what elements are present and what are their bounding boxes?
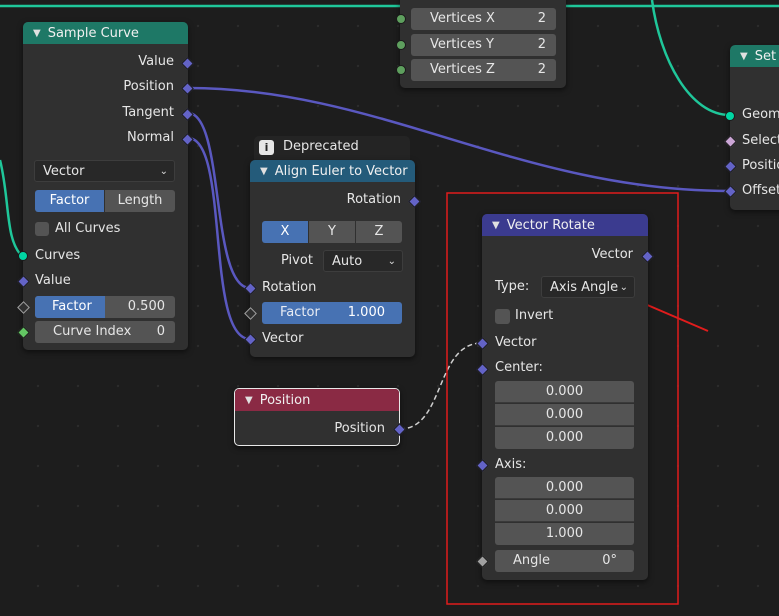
vertices-z-value: 2 (537, 62, 546, 77)
vertices-x-value: 2 (537, 11, 546, 26)
input-curves-socket[interactable] (18, 251, 28, 261)
chevron-down-icon[interactable]: ▼ (33, 28, 41, 39)
pivot-label: Pivot (281, 253, 313, 268)
invert-label: Invert (515, 308, 554, 323)
input-vector-label: Vector (262, 331, 304, 346)
vertices-y-field[interactable]: Vertices Y 2 (411, 34, 556, 56)
output-value-label: Value (138, 54, 174, 69)
vertices-x-socket[interactable] (396, 14, 406, 24)
align-euler-title: Align Euler to Vector (274, 163, 408, 179)
input-position-label: Positio (742, 158, 779, 173)
center-z-field[interactable]: 0.000 (495, 427, 634, 449)
vector-rotate-title: Vector Rotate (506, 217, 595, 233)
factor-label: Factor (280, 305, 320, 320)
axis-y-button[interactable]: Y (309, 221, 355, 243)
input-offset-label: Offset (742, 183, 779, 198)
type-label: Type: (495, 279, 530, 294)
sample-curve-header[interactable]: ▼ Sample Curve (23, 22, 188, 44)
vertices-z-label: Vertices Z (430, 62, 495, 77)
align-euler-node[interactable]: ▼ Align Euler to Vector Rotation X Y Z P… (244, 160, 421, 357)
position-title: Position (259, 392, 311, 408)
sample-curve-node[interactable]: ▼ Sample Curve Value Position Tangent No… (17, 22, 194, 350)
output-normal-label: Normal (126, 130, 174, 145)
factor-label: Factor (52, 299, 92, 314)
input-geometry-socket[interactable] (725, 111, 735, 121)
vertices-y-label: Vertices Y (430, 37, 494, 52)
set-position-header[interactable]: ▼ Set (730, 45, 779, 67)
chevron-down-icon: ⌄ (387, 256, 396, 267)
curve-index-value: 0 (156, 324, 165, 339)
input-value-label: Value (35, 273, 71, 288)
input-selection-label: Select (742, 133, 779, 148)
input-curves-label: Curves (35, 248, 81, 263)
position-header[interactable]: ▼ Position (235, 389, 399, 411)
center-y-field[interactable]: 0.000 (495, 404, 634, 426)
deprecated-label: Deprecated (283, 139, 359, 154)
output-rotation-label: Rotation (346, 192, 401, 207)
set-position-node[interactable]: ▼ Set Geom Select Positio Offset (730, 45, 779, 210)
axis-x-button[interactable]: X (262, 221, 308, 243)
input-geometry-label: Geom (742, 107, 779, 122)
output-vector-label: Vector (591, 247, 633, 262)
center-x-field[interactable]: 0.000 (495, 381, 634, 403)
node-editor[interactable]: Vertices X 2 Vertices Y 2 Vertices Z 2 ▼… (0, 0, 779, 616)
chevron-down-icon: ⌄ (159, 166, 168, 177)
axis-y-field[interactable]: 0.000 (495, 500, 634, 522)
output-position-label: Position (123, 79, 174, 94)
pivot-dropdown[interactable]: Auto ⌄ (323, 250, 403, 272)
axis-label: Axis: (495, 457, 527, 472)
set-position-title: Set (754, 48, 777, 64)
output-position-label: Position (334, 421, 385, 436)
vertices-y-value: 2 (537, 37, 546, 52)
type-value: Axis Angle (550, 280, 619, 295)
angle-field[interactable]: Angle 0° (495, 550, 634, 572)
factor-value: 1.000 (347, 305, 385, 320)
pivot-value: Auto (332, 254, 363, 269)
vertices-z-socket[interactable] (396, 65, 406, 75)
all-curves-checkbox[interactable] (35, 222, 49, 236)
axis-z-field[interactable]: 1.000 (495, 523, 634, 545)
vector-rotate-node[interactable]: ▼ Vector Rotate Vector Type: Axis Angle … (476, 214, 654, 580)
normal-to-vector-link (187, 136, 251, 341)
chevron-down-icon[interactable]: ▼ (260, 166, 268, 177)
curve-index-field[interactable]: Curve Index 0 (35, 321, 175, 343)
all-curves-label: All Curves (55, 221, 121, 236)
annotation-arrow (637, 300, 709, 332)
chevron-down-icon: ⌄ (619, 282, 628, 293)
vertices-x-label: Vertices X (430, 11, 495, 26)
curve-index-label: Curve Index (53, 324, 132, 339)
deprecated-badge: i Deprecated (254, 136, 410, 160)
axis-x-field[interactable]: 0.000 (495, 477, 634, 499)
vector-rotate-header[interactable]: ▼ Vector Rotate (482, 214, 648, 236)
center-label: Center: (495, 360, 543, 375)
geometry-link-set (650, 0, 731, 117)
data-type-value: Vector (43, 164, 85, 179)
factor-value: 0.500 (127, 299, 165, 314)
vertices-y-socket[interactable] (396, 40, 406, 50)
position-node[interactable]: ▼ Position Position (234, 388, 406, 446)
vertices-node[interactable]: Vertices X 2 Vertices Y 2 Vertices Z 2 (396, 0, 566, 88)
factor-field[interactable]: Factor 0.500 (35, 296, 175, 318)
type-dropdown[interactable]: Axis Angle ⌄ (541, 276, 635, 298)
vertices-z-field[interactable]: Vertices Z 2 (411, 59, 556, 81)
data-type-dropdown[interactable]: Vector ⌄ (34, 160, 175, 182)
input-vector-label: Vector (495, 335, 537, 350)
angle-value: 0° (602, 553, 617, 568)
input-rotation-label: Rotation (262, 280, 317, 295)
factor-field[interactable]: Factor 1.000 (262, 302, 402, 324)
invert-checkbox[interactable] (495, 309, 510, 324)
chevron-down-icon[interactable]: ▼ (492, 220, 500, 231)
mode-length-button[interactable]: Length (105, 190, 175, 212)
align-euler-header[interactable]: ▼ Align Euler to Vector (250, 160, 415, 182)
info-icon: i (259, 140, 274, 155)
geometry-link-curves (0, 159, 23, 257)
sample-curve-title: Sample Curve (47, 25, 139, 41)
chevron-down-icon[interactable]: ▼ (740, 51, 748, 62)
angle-label: Angle (513, 553, 550, 568)
output-tangent-label: Tangent (122, 105, 174, 120)
chevron-down-icon[interactable]: ▼ (245, 395, 253, 406)
axis-z-button[interactable]: Z (356, 221, 402, 243)
mode-factor-button[interactable]: Factor (35, 190, 104, 212)
vertices-x-field[interactable]: Vertices X 2 (411, 8, 556, 30)
